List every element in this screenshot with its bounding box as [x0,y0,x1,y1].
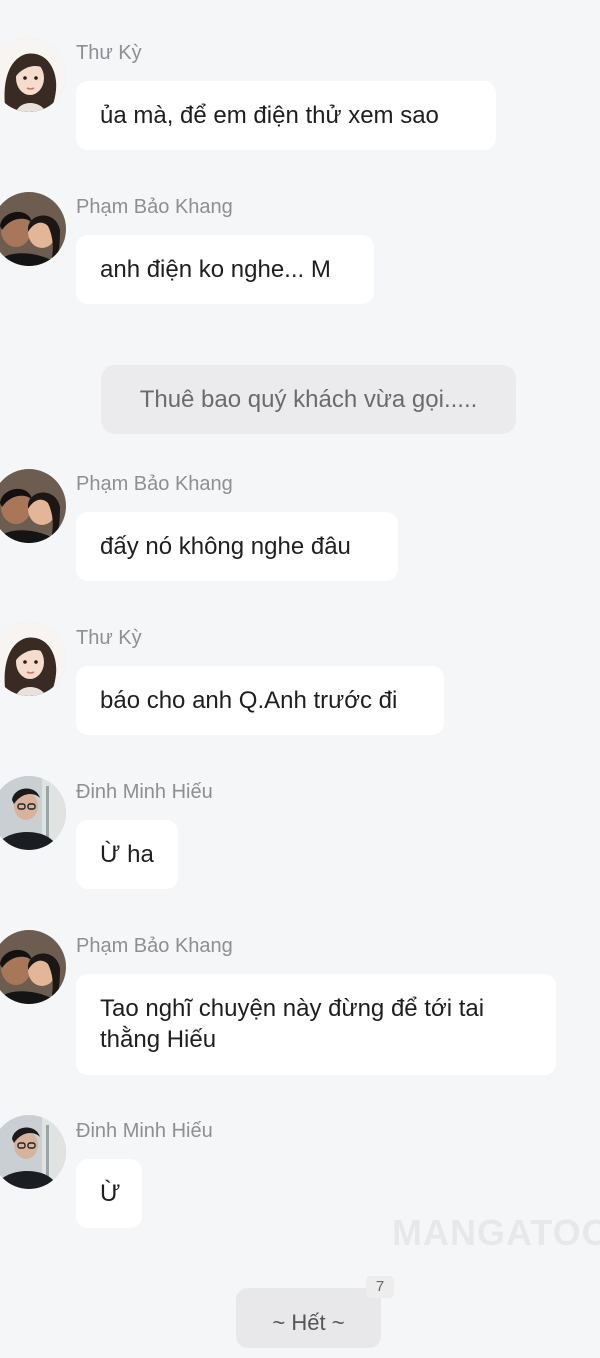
girl-illustration-avatar[interactable] [0,622,66,696]
sender-name: Phạm Bảo Khang [76,935,233,957]
message-bubble: Tao nghĩ chuyện này đừng để tới tai thằn… [76,974,556,1075]
couple-photo-avatar[interactable] [0,192,66,266]
message-bubble: Ừ [76,1159,142,1228]
sender-name: Thư Kỳ [76,627,142,649]
boy-glasses-avatar[interactable] [0,1115,66,1189]
sender-name: Đinh Minh Hiếu [76,1120,213,1142]
watermark: MANGATOON [392,1212,600,1253]
end-label: ~ Hết ~ [236,1288,381,1348]
sender-name: Thư Kỳ [76,42,142,64]
system-message: Thuê bao quý khách vừa gọi..... [101,365,516,434]
couple-photo-avatar[interactable] [0,469,66,543]
message-bubble: anh điện ko nghe... M [76,235,374,304]
sender-name: Phạm Bảo Khang [76,196,233,218]
message-bubble: Ừ ha [76,820,178,889]
comment-count-badge[interactable]: 7 [366,1276,394,1298]
sender-name: Đinh Minh Hiếu [76,781,213,803]
message-bubble: báo cho anh Q.Anh trước đi [76,666,444,735]
boy-glasses-avatar[interactable] [0,776,66,850]
girl-illustration-avatar[interactable] [0,38,66,112]
message-bubble: ủa mà, để em điện thử xem sao [76,81,496,150]
couple-photo-avatar[interactable] [0,930,66,1004]
message-bubble: đấy nó không nghe đâu [76,512,398,581]
sender-name: Phạm Bảo Khang [76,473,233,495]
